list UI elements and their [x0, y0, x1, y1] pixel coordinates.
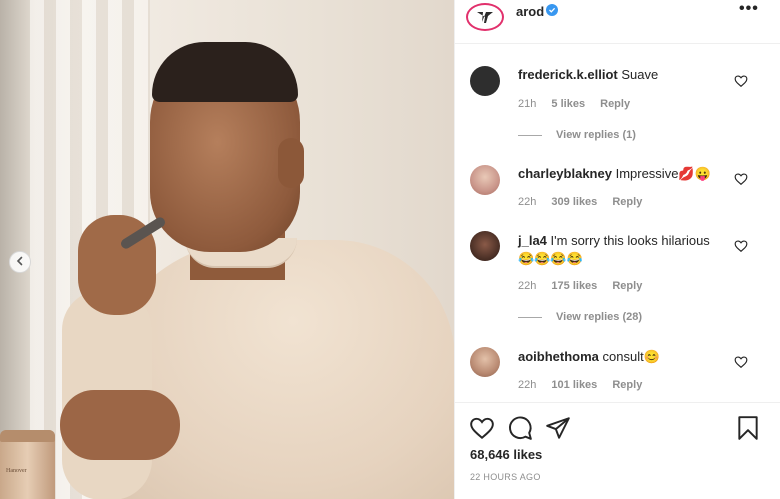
view-replies-button[interactable]: View replies (1): [518, 129, 636, 141]
bookmark-icon[interactable]: [735, 415, 761, 441]
divider-line: [518, 134, 542, 136]
divider-line: [518, 316, 542, 318]
comment-text: frederick.k.elliot Suave: [518, 66, 728, 84]
window-background: [0, 0, 30, 499]
comment-text: j_la4 I'm sorry this looks hilarious 😂😂😂…: [518, 232, 728, 268]
ear: [278, 138, 304, 188]
jar-label: Hanover: [6, 468, 27, 474]
commenter-avatar[interactable]: [470, 66, 500, 96]
heart-icon[interactable]: [734, 74, 748, 88]
chevron-left-icon: [15, 253, 25, 271]
reply-button[interactable]: Reply: [612, 196, 642, 208]
view-replies-label[interactable]: View replies (1): [556, 129, 636, 141]
commenter-avatar[interactable]: [470, 347, 500, 377]
post-photo: Hanover: [0, 0, 454, 499]
comment-username[interactable]: aoibhethoma: [518, 349, 599, 364]
comment-time: 22h: [518, 379, 537, 391]
reply-button[interactable]: Reply: [600, 98, 630, 110]
comment-time: 22h: [518, 196, 537, 208]
comment-likes[interactable]: 175 likes: [551, 280, 597, 292]
commenter-avatar[interactable]: [470, 231, 500, 261]
comment-meta: 22h 101 likes Reply: [518, 379, 654, 391]
post-timestamp[interactable]: 22 HOURS AGO: [470, 472, 541, 482]
jar-lid: [0, 430, 55, 442]
view-replies-label[interactable]: View replies (28): [556, 311, 642, 323]
heart-icon[interactable]: [734, 172, 748, 186]
comment-text: charleyblakney Impressive💋😛: [518, 165, 728, 183]
like-heart-icon[interactable]: [469, 415, 495, 441]
reply-button[interactable]: Reply: [612, 280, 642, 292]
like-count[interactable]: 68,646 likes: [470, 447, 542, 462]
comment-likes[interactable]: 101 likes: [551, 379, 597, 391]
post-sidebar: arod ••• frederick.k.elliot Suave 21h 5 …: [454, 0, 780, 499]
comment-likes[interactable]: 309 likes: [551, 196, 597, 208]
post-actions: 68,646 likes 22 HOURS AGO: [455, 402, 780, 499]
post-header: arod •••: [455, 0, 780, 44]
comment-body: I'm sorry this looks hilarious 😂😂😂😂: [518, 233, 710, 266]
comment-body: Impressive💋😛: [615, 166, 711, 181]
comment-meta: 22h 309 likes Reply: [518, 196, 654, 208]
comment-bubble-icon[interactable]: [507, 415, 533, 441]
hair: [152, 42, 298, 102]
share-send-icon[interactable]: [545, 415, 571, 441]
comment-text: aoibhethoma consult😊: [518, 348, 728, 366]
comment-username[interactable]: j_la4: [518, 233, 547, 248]
comment-username[interactable]: frederick.k.elliot: [518, 67, 618, 82]
reply-button[interactable]: Reply: [612, 379, 642, 391]
comment-body: consult😊: [602, 349, 660, 364]
comment-username[interactable]: charleyblakney: [518, 166, 612, 181]
commenter-avatar[interactable]: [470, 165, 500, 195]
carousel-previous-button[interactable]: [9, 251, 31, 273]
comment-time: 21h: [518, 98, 537, 110]
comment-meta: 21h 5 likes Reply: [518, 98, 642, 110]
account-avatar[interactable]: [466, 3, 504, 31]
resting-hand: [60, 390, 180, 460]
view-replies-button[interactable]: View replies (28): [518, 311, 642, 323]
heart-icon[interactable]: [734, 239, 748, 253]
comment-likes[interactable]: 5 likes: [551, 98, 585, 110]
logo-icon: [477, 12, 493, 23]
heart-icon[interactable]: [734, 355, 748, 369]
more-options-button[interactable]: •••: [739, 0, 759, 18]
comment-meta: 22h 175 likes Reply: [518, 280, 654, 292]
comment-body: Suave: [621, 67, 659, 82]
account-username[interactable]: arod: [516, 4, 544, 19]
comment-time: 22h: [518, 280, 537, 292]
verified-badge-icon: [546, 4, 558, 16]
comments-list: frederick.k.elliot Suave 21h 5 likes Rep…: [455, 44, 780, 402]
